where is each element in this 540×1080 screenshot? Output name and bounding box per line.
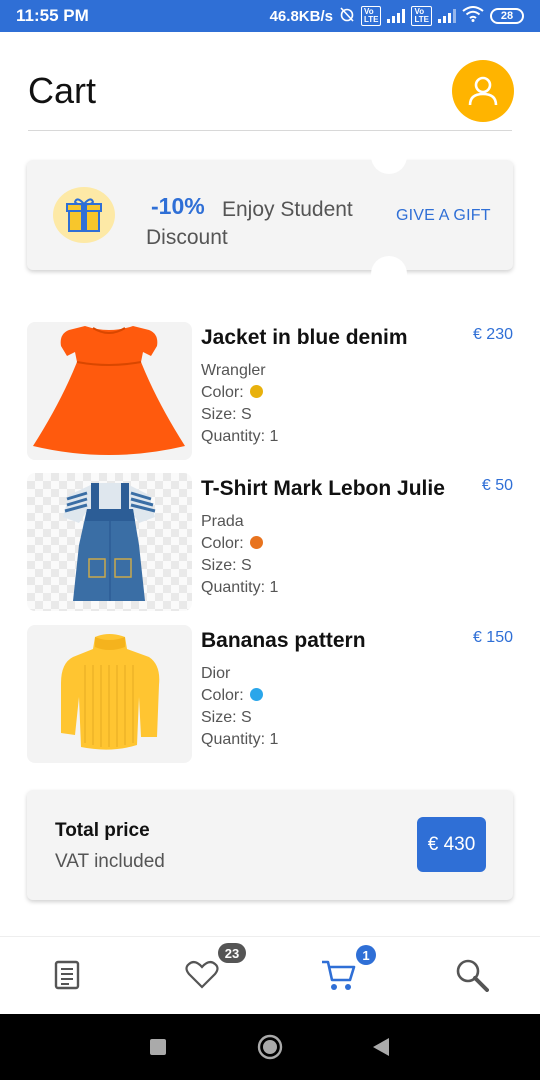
checkout-total-button[interactable]: € 430 [417,817,486,872]
item-brand: Dior [201,665,231,682]
nav-favorites[interactable]: 23 [172,943,246,1003]
cart-item[interactable]: Bananas pattern € 150 Dior Color: Size: … [27,625,513,765]
battery-icon: 28 [490,8,524,24]
cart-icon [322,960,356,990]
alarm-off-icon [339,6,355,26]
total-subtitle: VAT included [55,851,165,872]
document-icon [54,960,80,990]
item-name: T-Shirt Mark Lebon Julie [201,477,445,500]
profile-avatar-button[interactable] [452,60,514,122]
item-price: € 230 [472,326,513,343]
total-card: Total price VAT included € 430 [27,790,513,900]
item-price: € 150 [472,629,513,646]
item-color: Color: [201,384,263,402]
system-nav-bar [0,1014,540,1080]
gift-icon-circle [53,187,115,243]
status-bar: 11:55 PM 46.8KB/s Vo LTE Vo LTE 28 [0,0,540,32]
item-color-label: Color: [201,687,244,704]
user-icon [468,76,498,106]
total-title: Total price [55,820,150,841]
bottom-nav: 23 1 [0,936,540,1014]
item-color: Color: [201,687,263,705]
signal-icon [387,9,406,23]
product-image [27,473,192,611]
header-divider [28,130,512,131]
color-swatch [249,384,263,398]
color-swatch [249,535,263,549]
back-button[interactable] [368,1034,394,1060]
ticket-notch-top [371,138,407,174]
give-gift-button[interactable]: GIVE A GIFT [396,207,491,225]
gift-icon [66,198,102,232]
item-quantity: Quantity: 1 [201,428,279,445]
favorites-badge: 23 [218,943,246,963]
product-image [27,322,192,460]
item-color-label: Color: [201,535,244,552]
discount-card: Enjoy Student Discount -10% GIVE A GIFT [27,138,513,292]
page-title: Cart [28,70,97,111]
item-brand: Wrangler [201,362,266,379]
item-color: Color: [201,535,263,553]
item-size: Size: S [201,406,252,423]
item-price: € 50 [481,477,513,494]
product-image [27,625,192,763]
discount-percent: -10% [151,193,205,219]
cart-item[interactable]: Jacket in blue denim € 230 Wrangler Colo… [27,322,513,462]
status-icons: 46.8KB/s Vo LTE Vo LTE 28 [270,6,524,26]
item-quantity: Quantity: 1 [201,731,279,748]
nav-cart[interactable]: 1 [308,945,376,1003]
item-size: Size: S [201,709,252,726]
volte-icon: Vo LTE [360,6,382,26]
cart-badge: 1 [356,945,376,965]
signal-icon-2 [438,9,456,23]
search-icon [456,959,489,992]
item-quantity: Quantity: 1 [201,579,279,596]
heart-icon [185,960,219,989]
item-name: Bananas pattern [201,629,366,652]
square-icon [150,1039,166,1055]
nav-orders[interactable] [37,947,97,1003]
item-name: Jacket in blue denim [201,326,408,349]
nav-search[interactable] [442,947,502,1003]
wifi-icon [462,6,484,26]
item-brand: Prada [201,513,244,530]
status-time: 11:55 PM [16,6,89,25]
color-swatch [249,687,263,701]
network-speed: 46.8KB/s [269,7,333,25]
recents-button[interactable] [145,1034,171,1060]
item-size: Size: S [201,557,252,574]
home-button[interactable] [257,1034,283,1060]
circle-icon [257,1034,283,1060]
ticket-notch-bottom [371,256,407,292]
back-triangle-icon [373,1038,389,1056]
volte-icon-2: Vo LTE [411,6,432,26]
item-color-label: Color: [201,384,244,401]
cart-item[interactable]: T-Shirt Mark Lebon Julie € 50 Prada Colo… [27,473,513,613]
